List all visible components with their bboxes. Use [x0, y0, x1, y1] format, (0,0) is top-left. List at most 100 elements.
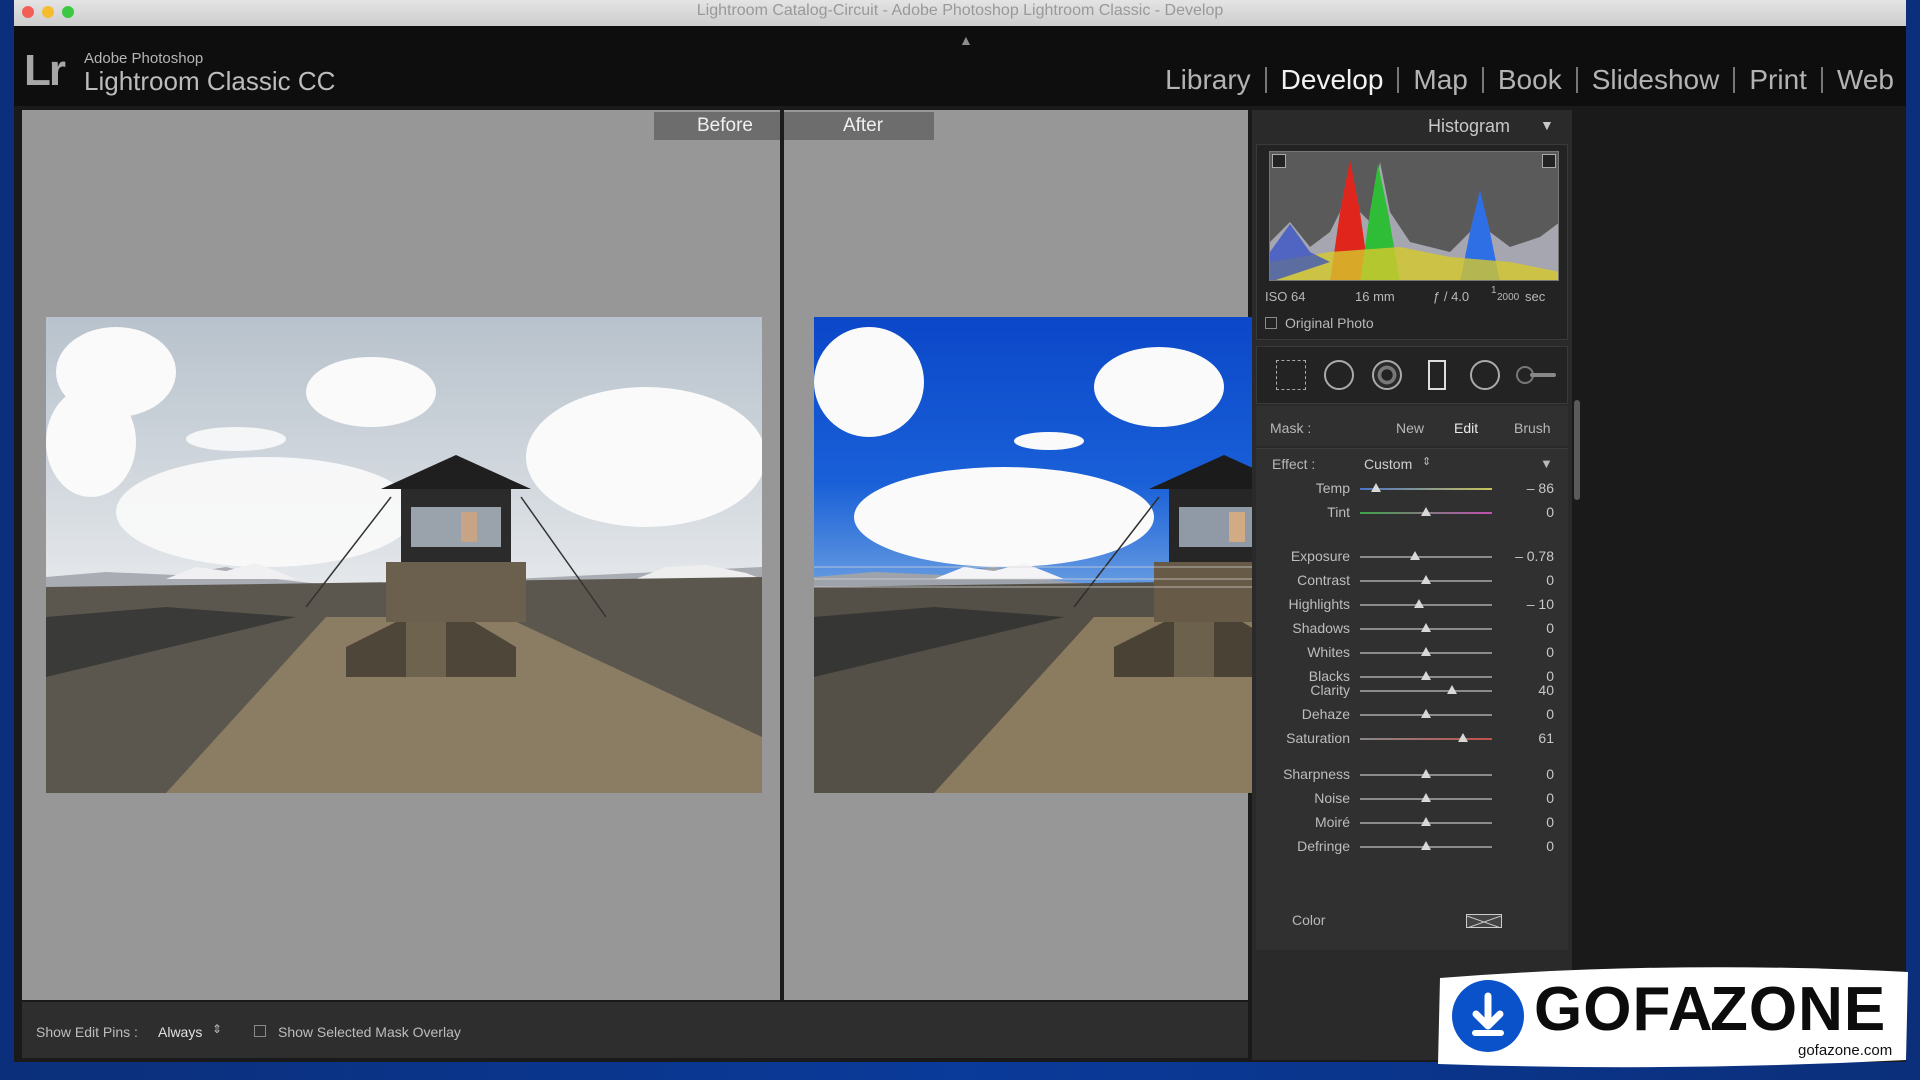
slider-thumb[interactable]: [1421, 841, 1431, 850]
slider-value[interactable]: 0: [1546, 790, 1554, 806]
mask-label: Mask :: [1270, 420, 1312, 436]
slider-label: Moiré: [1314, 814, 1350, 830]
window-title: Lightroom Catalog-Circuit - Adobe Photos…: [696, 2, 1224, 19]
effect-collapse-icon[interactable]: ▼: [1540, 456, 1553, 471]
module-slideshow[interactable]: Slideshow: [1578, 64, 1734, 96]
crop-tool-icon[interactable]: [1276, 360, 1306, 390]
slider-shadows[interactable]: Shadows 0: [1252, 618, 1572, 640]
app-vendor: Adobe Photoshop: [84, 50, 204, 67]
slider-contrast[interactable]: Contrast 0: [1252, 570, 1572, 592]
collapse-histogram-icon[interactable]: ▼: [1540, 117, 1554, 133]
graduated-filter-tool-icon[interactable]: [1428, 360, 1446, 390]
slider-value[interactable]: 40: [1538, 682, 1554, 698]
slider-thumb[interactable]: [1421, 817, 1431, 826]
slider-label: Exposure: [1290, 548, 1350, 564]
slider-thumb[interactable]: [1421, 647, 1431, 656]
slider-temp[interactable]: Temp – 86: [1252, 478, 1572, 500]
color-swatch[interactable]: [1466, 914, 1502, 929]
slider-thumb[interactable]: [1421, 623, 1431, 632]
slider-label: Temp: [1315, 480, 1350, 496]
module-map[interactable]: Map: [1399, 64, 1481, 96]
right-panel: Histogram ▼ ISO 64 16 mm ƒ / 4.0 1 2000: [1252, 110, 1580, 1060]
slider-label: Noise: [1314, 790, 1350, 806]
slider-whites[interactable]: Whites 0: [1252, 642, 1572, 664]
module-web[interactable]: Web: [1823, 64, 1906, 96]
spot-removal-tool-icon[interactable]: [1324, 360, 1354, 390]
slider-thumb[interactable]: [1421, 709, 1431, 718]
slider-thumb[interactable]: [1421, 793, 1431, 802]
exif-focal-length: 16 mm: [1355, 289, 1395, 304]
slider-value[interactable]: 0: [1546, 572, 1554, 588]
slider-value[interactable]: – 86: [1527, 480, 1554, 496]
slider-value[interactable]: 0: [1546, 766, 1554, 782]
mask-overlay-label: Show Selected Mask Overlay: [278, 1024, 461, 1040]
slider-value[interactable]: 0: [1546, 504, 1554, 520]
slider-label: Whites: [1307, 644, 1350, 660]
module-print[interactable]: Print: [1735, 64, 1821, 96]
slider-track[interactable]: [1360, 556, 1492, 558]
mask-brush-button[interactable]: Brush: [1514, 420, 1551, 436]
slider-value[interactable]: 0: [1546, 644, 1554, 660]
slider-value[interactable]: 0: [1546, 620, 1554, 636]
slider-value[interactable]: 61: [1538, 730, 1554, 746]
minimize-window-button[interactable]: [42, 6, 54, 18]
slider-label: Clarity: [1310, 682, 1350, 698]
shadow-clipping-icon[interactable]: [1272, 154, 1286, 168]
radial-filter-tool-icon[interactable]: [1470, 360, 1500, 390]
slider-thumb[interactable]: [1421, 769, 1431, 778]
original-photo-label: Original Photo: [1285, 315, 1374, 331]
slider-thumb[interactable]: [1421, 575, 1431, 584]
slider-defringe[interactable]: Defringe 0: [1252, 836, 1572, 858]
mask-overlay-checkbox[interactable]: [254, 1025, 266, 1037]
slider-exposure[interactable]: Exposure – 0.78: [1252, 546, 1572, 568]
slider-value[interactable]: – 0.78: [1515, 548, 1554, 564]
slider-thumb[interactable]: [1410, 551, 1421, 560]
slider-track[interactable]: [1360, 604, 1492, 606]
slider-noise[interactable]: Noise 0: [1252, 788, 1572, 810]
zoom-window-button[interactable]: [62, 6, 74, 18]
collapse-top-panel-icon[interactable]: ▲: [959, 32, 973, 48]
original-photo-checkbox[interactable]: [1265, 317, 1277, 329]
effect-preset-select[interactable]: Custom: [1364, 456, 1412, 472]
slider-value[interactable]: 0: [1546, 838, 1554, 854]
slider-thumb[interactable]: [1421, 671, 1431, 680]
slider-value[interactable]: – 10: [1527, 596, 1554, 612]
slider-sharpness[interactable]: Sharpness 0: [1252, 764, 1572, 786]
highlight-clipping-icon[interactable]: [1542, 154, 1556, 168]
slider-thumb[interactable]: [1370, 483, 1381, 492]
module-book[interactable]: Book: [1484, 64, 1576, 96]
slider-highlights[interactable]: Highlights – 10: [1252, 594, 1572, 616]
watermark-domain: gofazone.com: [1798, 1042, 1893, 1059]
after-label: After: [792, 112, 934, 140]
histogram-title[interactable]: Histogram: [1428, 116, 1510, 137]
slider-label: Contrast: [1297, 572, 1350, 588]
slider-value[interactable]: 0: [1546, 814, 1554, 830]
slider-track[interactable]: [1360, 690, 1492, 692]
slider-clarity[interactable]: Clarity 40: [1252, 680, 1572, 702]
slider-saturation[interactable]: Saturation 61: [1252, 728, 1572, 750]
color-label: Color: [1292, 912, 1326, 928]
effect-label: Effect :: [1272, 456, 1316, 472]
slider-value[interactable]: 0: [1546, 706, 1554, 722]
red-eye-tool-icon[interactable]: [1372, 360, 1402, 390]
close-window-button[interactable]: [22, 6, 34, 18]
adjustment-brush-tool-icon[interactable]: [1516, 360, 1556, 390]
show-edit-pins-select[interactable]: Always: [158, 1024, 202, 1040]
mask-edit-button[interactable]: Edit: [1454, 420, 1478, 436]
app-name: Lightroom Classic CC: [84, 66, 336, 96]
slider-thumb[interactable]: [1421, 507, 1431, 516]
slider-tint[interactable]: Tint 0: [1252, 502, 1572, 524]
before-photo[interactable]: [46, 317, 762, 793]
slider-thumb[interactable]: [1414, 599, 1425, 608]
slider-track[interactable]: [1360, 738, 1492, 740]
module-library[interactable]: Library: [1151, 64, 1265, 96]
slider-thumb[interactable]: [1457, 733, 1468, 742]
mask-new-button[interactable]: New: [1396, 420, 1424, 436]
select-arrows-icon: ⇕: [212, 1022, 223, 1036]
slider-dehaze[interactable]: Dehaze 0: [1252, 704, 1572, 726]
slider-moir[interactable]: Moiré 0: [1252, 812, 1572, 834]
panel-scrollbar[interactable]: [1574, 400, 1580, 500]
module-develop[interactable]: Develop: [1267, 64, 1398, 96]
histogram-graph[interactable]: [1269, 151, 1559, 281]
slider-thumb[interactable]: [1447, 685, 1458, 694]
